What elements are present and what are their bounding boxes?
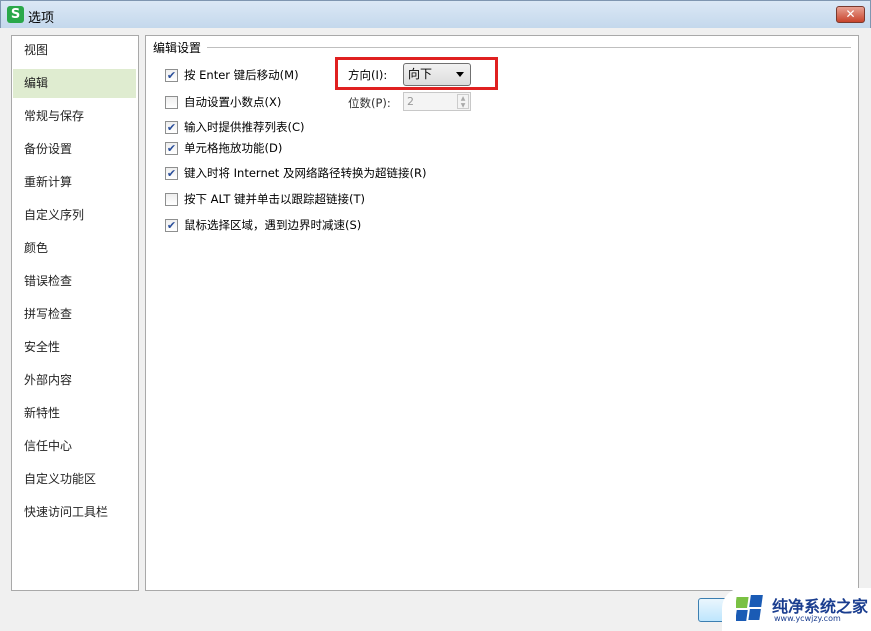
option-row[interactable]: ✔ 键入时将 Internet 及网络路径转换为超链接(R) [165,165,426,181]
sidebar-item[interactable]: 备份设置 [13,135,136,164]
sidebar-item[interactable]: 安全性 [13,333,136,362]
digits-label: 位数(P): [348,96,391,110]
sidebar-item[interactable]: 视图 [13,36,136,65]
watermark: 纯净系统之家 www.ycwjzy.com [722,588,871,631]
checkbox-checked[interactable]: ✔ [165,120,178,134]
direction-value: 向下 [408,67,433,81]
dropdown-arrow-icon [456,72,464,77]
app-icon: S [7,6,24,23]
sidebar-item[interactable]: 外部内容 [13,366,136,395]
option-row[interactable]: 自动设置小数点(X) [165,94,281,110]
sidebar-item[interactable]: 错误检查 [13,267,136,296]
digits-spinner[interactable]: 2 ▲ ▼ [403,92,471,111]
section-divider [154,47,851,48]
checkbox-unchecked[interactable] [165,95,178,109]
checkbox-checked[interactable]: ✔ [165,166,178,180]
option-label: 单元格拖放功能(D) [184,141,283,155]
option-label: 按 Enter 键后移动(M) [184,68,299,82]
checkbox-checked[interactable]: ✔ [165,218,178,232]
sidebar-item[interactable]: 自定义功能区 [13,465,136,494]
sidebar: 视图编辑常规与保存备份设置重新计算自定义序列颜色错误检查拼写检查安全性外部内容新… [11,35,139,591]
sidebar-item[interactable]: 颜色 [13,234,136,263]
option-row[interactable]: ✔ 输入时提供推荐列表(C) [165,119,305,135]
sidebar-item[interactable]: 重新计算 [13,168,136,197]
checkbox-checked[interactable]: ✔ [165,141,178,155]
option-label: 键入时将 Internet 及网络路径转换为超链接(R) [184,166,427,180]
sidebar-item[interactable]: 编辑 [13,69,136,98]
sidebar-item[interactable]: 快速访问工具栏 [13,498,136,527]
direction-label: 方向(I): [348,68,388,82]
digits-value: 2 [407,95,414,108]
sidebar-item[interactable]: 拼写检查 [13,300,136,329]
watermark-logo-icon [736,595,763,621]
sidebar-item[interactable]: 常规与保存 [13,102,136,131]
section-title: 编辑设置 [153,39,208,56]
option-label: 自动设置小数点(X) [184,95,282,109]
sidebar-item[interactable]: 信任中心 [13,432,136,461]
option-label: 按下 ALT 键并单击以跟踪超链接(T) [184,192,366,206]
option-row[interactable]: ✔ 按 Enter 键后移动(M) [165,67,299,83]
option-row[interactable]: 按下 ALT 键并单击以跟踪超链接(T) [165,191,365,207]
option-row[interactable]: ✔ 鼠标选择区域，遇到边界时减速(S) [165,217,361,233]
option-label: 输入时提供推荐列表(C) [184,120,305,134]
main-panel: 编辑设置 ✔ 按 Enter 键后移动(M) 自动设置小数点(X) ✔ 输入时提供推荐列… [145,35,859,591]
watermark-url: www.ycwjzy.com [774,614,841,623]
spinner-arrows-icon[interactable]: ▲ ▼ [457,94,469,109]
option-row[interactable]: ✔ 单元格拖放功能(D) [165,140,282,156]
option-label: 鼠标选择区域，遇到边界时减速(S) [184,218,362,232]
sidebar-item[interactable]: 新特性 [13,399,136,428]
sidebar-item[interactable]: 自定义序列 [13,201,136,230]
checkbox-unchecked[interactable] [165,192,178,206]
direction-dropdown[interactable]: 向下 [403,63,471,86]
close-button[interactable]: ✕ [836,6,865,23]
checkbox-checked[interactable]: ✔ [165,68,178,82]
title-bar: S 选项 ✕ [0,0,871,28]
window-title: 选项 [28,11,55,26]
